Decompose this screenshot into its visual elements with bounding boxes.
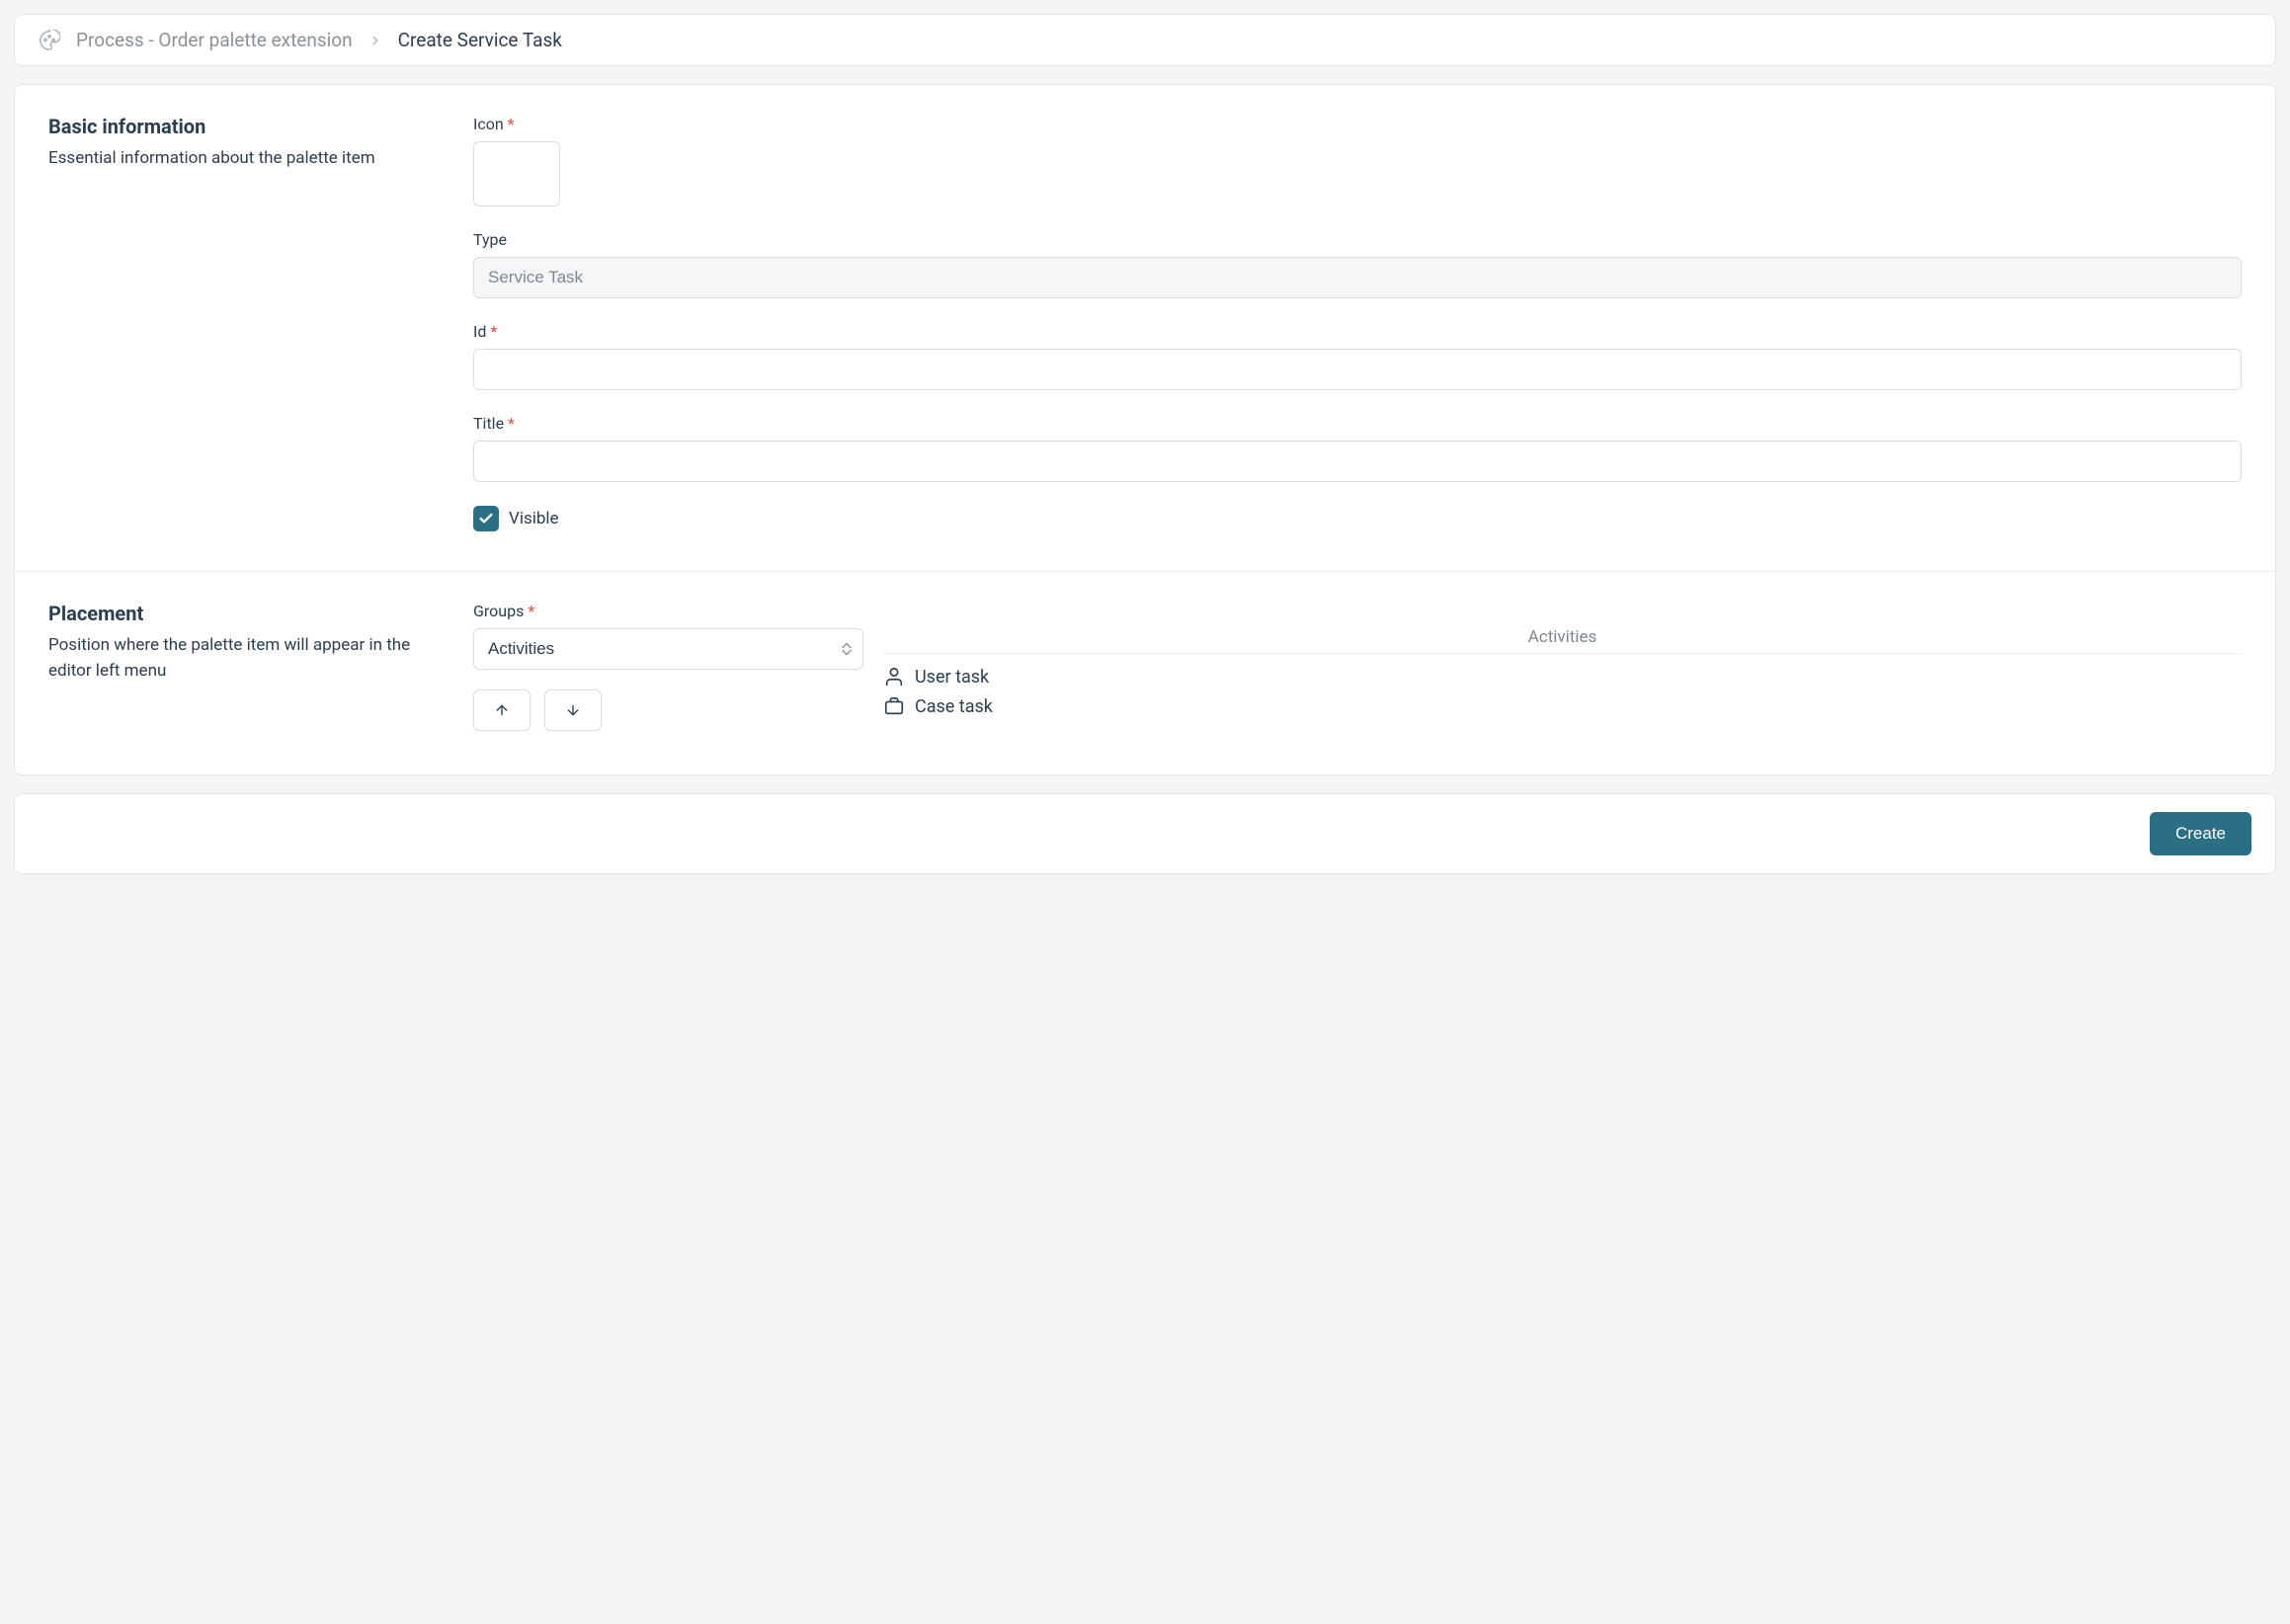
form-scroll-area[interactable]: Basic information Essential information … — [15, 85, 2275, 774]
create-button[interactable]: Create — [2150, 812, 2251, 855]
section-title: Placement — [48, 602, 453, 625]
chevron-right-icon — [368, 34, 382, 47]
field-type: Type — [473, 230, 2242, 298]
footer-bar: Create — [14, 793, 2276, 874]
palette-icon — [39, 30, 60, 51]
section-basic-information: Basic information Essential information … — [15, 85, 2275, 571]
task-label: Case task — [915, 696, 993, 717]
main-form-card: Basic information Essential information … — [14, 84, 2276, 775]
groups-select[interactable] — [473, 628, 863, 670]
icon-picker[interactable] — [473, 141, 560, 206]
breadcrumb: Process - Order palette extension Create… — [14, 14, 2276, 66]
breadcrumb-current: Create Service Task — [398, 29, 562, 51]
placement-preview: Activities User task Case task — [883, 602, 2242, 721]
id-label: Id — [473, 322, 2242, 341]
field-title: Title — [473, 414, 2242, 482]
section-title: Basic information — [48, 115, 453, 138]
visible-checkbox[interactable] — [473, 506, 499, 531]
preview-group-header: Activities — [883, 627, 2242, 654]
icon-label: Icon — [473, 115, 2242, 133]
section-description: Position where the palette item will app… — [48, 633, 453, 684]
task-item: Case task — [883, 691, 2242, 721]
type-label: Type — [473, 230, 2242, 249]
move-down-button[interactable] — [544, 690, 602, 731]
title-input[interactable] — [473, 441, 2242, 482]
section-placement: Placement Position where the palette ite… — [15, 571, 2275, 771]
title-label: Title — [473, 414, 2242, 433]
briefcase-icon — [883, 695, 905, 717]
field-icon: Icon — [473, 115, 2242, 206]
groups-label: Groups — [473, 602, 863, 620]
move-up-button[interactable] — [473, 690, 531, 731]
user-icon — [883, 666, 905, 688]
groups-select-value[interactable] — [473, 628, 863, 670]
type-input — [473, 257, 2242, 298]
section-description: Essential information about the palette … — [48, 146, 453, 172]
task-item: User task — [883, 662, 2242, 691]
task-label: User task — [915, 667, 989, 688]
field-id: Id — [473, 322, 2242, 390]
id-input[interactable] — [473, 349, 2242, 390]
visible-label: Visible — [509, 509, 559, 528]
field-visible: Visible — [473, 506, 2242, 531]
breadcrumb-parent-link[interactable]: Process - Order palette extension — [76, 29, 353, 51]
